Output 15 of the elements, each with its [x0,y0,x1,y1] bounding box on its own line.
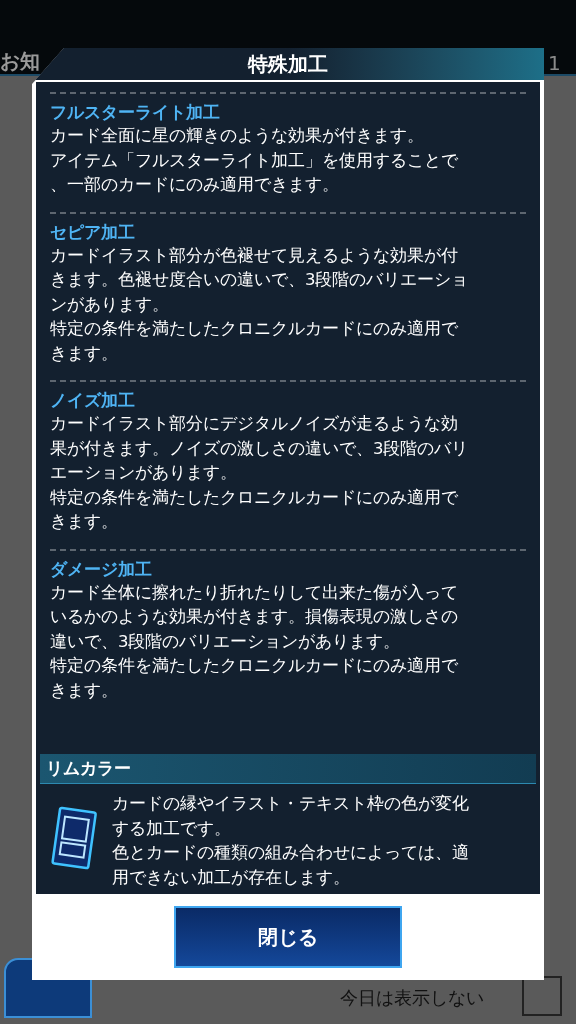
dialog-title: 特殊加工 [248,51,328,78]
section-heading: ノイズ加工 [50,389,135,412]
header-title: お知 [0,48,40,75]
close-button[interactable]: 閉じる [174,906,402,968]
section-heading: ダメージ加工 [50,557,152,581]
header-counter: 1 [548,50,561,77]
section-heading: フルスターライト加工 [50,101,220,124]
section-heading: セピア加工 [50,220,135,244]
description-text: カード全体に擦れたり折れたりして出来た傷が入って いるかのような効果が付きます。損傷表現の激しさの 違いで、3段階のバリエーションがあります。 特定の条件を満たしたクロニクルカードにのみ適用で きます。 [50,581,458,702]
description-text: カード全面に星の輝きのような効果が付きます。 アイテム「フルスターライト加工」を使用することで 、一部のカードにのみ適用できます。 [50,125,458,196]
description-text: カードイラスト部分が色褪せて見えるような効果が付 きます。色褪せ度合いの違いで、3段階のバリエーショ ンがあります。 特定の条件を満たしたクロニクルカードにのみ適用で きます。 [50,244,469,365]
description-text: カードの縁やイラスト・テキスト枠の色が変化 する加工です。 色とカードの種類の組み合わせによっては、適 用できない加工が存在します。 [112,793,469,889]
dont-show-label: 今日は表示しない [340,986,484,1010]
description-text: カードイラスト部分にデジタルノイズが走るような効 果が付きます。ノイズの激しさの違いで、3段階のバリ エーションがあります。 特定の条件を満たしたクロニクルカードにのみ適用で きます。 [50,413,469,533]
section-heading: リムカラー [46,756,131,780]
